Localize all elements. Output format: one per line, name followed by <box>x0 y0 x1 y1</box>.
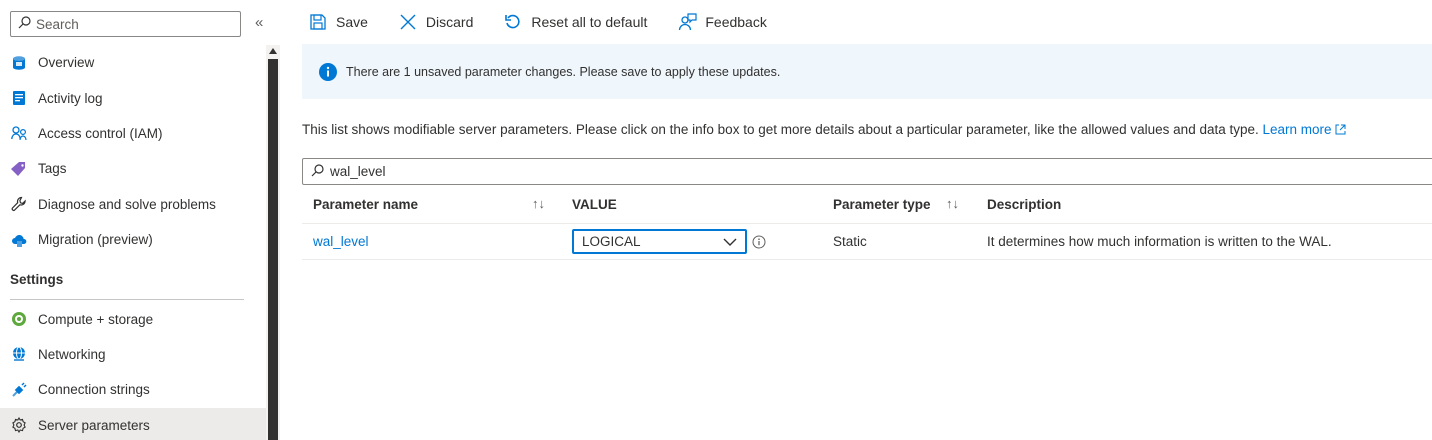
value-dropdown-selected: LOGICAL <box>582 234 641 249</box>
sidebar-item-access-control[interactable]: Access control (IAM) <box>0 116 266 151</box>
globe-network-icon <box>10 345 28 363</box>
feedback-label: Feedback <box>705 14 767 30</box>
sidebar-item-diagnose[interactable]: Diagnose and solve problems <box>0 187 266 222</box>
close-icon <box>398 12 418 32</box>
sidebar-item-label: Server parameters <box>38 417 150 433</box>
banner-message: There are 1 unsaved parameter changes. P… <box>346 64 781 79</box>
learn-more-link[interactable]: Learn more <box>1263 122 1346 137</box>
sidebar-item-label: Access control (IAM) <box>38 125 163 141</box>
reset-all-button[interactable]: Reset all to default <box>497 12 653 32</box>
sidebar: Search « Overview Activity log Access co… <box>0 0 266 440</box>
search-icon <box>18 16 31 32</box>
save-button[interactable]: Save <box>302 12 374 32</box>
sidebar-item-label: Connection strings <box>38 382 150 398</box>
sidebar-item-compute-storage[interactable]: Compute + storage <box>0 301 266 336</box>
column-header-parameter-name[interactable]: Parameter name <box>313 186 418 223</box>
description-text: This list shows modifiable server parame… <box>302 122 1259 137</box>
save-icon <box>308 12 328 32</box>
wrench-icon <box>10 195 28 213</box>
plug-icon <box>10 381 28 399</box>
parameter-name-link[interactable]: wal_level <box>313 224 369 259</box>
search-icon <box>311 163 324 180</box>
sidebar-nav: Overview Activity log Access control (IA… <box>0 45 266 440</box>
people-icon <box>10 124 28 142</box>
database-icon <box>10 54 28 72</box>
value-dropdown[interactable]: LOGICAL <box>572 229 747 254</box>
sort-ascending-icon[interactable]: ↑↓ <box>946 196 959 211</box>
sidebar-item-server-parameters[interactable]: Server parameters <box>0 407 266 440</box>
collapse-sidebar-button[interactable]: « <box>255 14 263 31</box>
feedback-icon <box>677 12 697 32</box>
table-row: wal_level LOGICAL Static It determines h… <box>302 224 1432 260</box>
discard-label: Discard <box>425 14 474 30</box>
sidebar-item-migration[interactable]: Migration (preview) <box>0 222 266 257</box>
table-header-row: Parameter name ↑↓ VALUE Parameter type ↑… <box>302 186 1432 224</box>
feedback-button[interactable]: Feedback <box>671 12 772 32</box>
sidebar-search-input[interactable]: Search <box>10 11 241 37</box>
description-cell: It determines how much information is wr… <box>987 234 1332 249</box>
scrollbar-thumb[interactable] <box>268 59 278 440</box>
value-cell: LOGICAL <box>572 224 766 259</box>
sidebar-item-label: Overview <box>38 55 95 71</box>
column-header-parameter-type[interactable]: Parameter type <box>833 186 931 223</box>
sidebar-item-label: Migration (preview) <box>38 232 153 248</box>
sidebar-item-overview[interactable]: Overview <box>0 45 266 80</box>
section-divider <box>10 299 244 300</box>
sidebar-item-label: Tags <box>38 161 67 177</box>
activity-log-icon <box>10 89 28 107</box>
parameter-type-cell: Static <box>833 234 867 249</box>
sidebar-item-label: Compute + storage <box>38 311 154 327</box>
chevron-down-icon <box>723 234 737 249</box>
page-description: This list shows modifiable server parame… <box>302 122 1346 137</box>
undo-icon <box>503 12 523 32</box>
parameters-table: Parameter name ↑↓ VALUE Parameter type ↑… <box>302 186 1432 260</box>
sidebar-item-label: Networking <box>38 346 106 362</box>
cloud-migration-icon <box>10 231 28 249</box>
sidebar-item-networking[interactable]: Networking <box>0 337 266 372</box>
column-header-description: Description <box>987 197 1062 212</box>
sidebar-item-activity-log[interactable]: Activity log <box>0 80 266 115</box>
sidebar-item-connection-strings[interactable]: Connection strings <box>0 372 266 407</box>
reset-label: Reset all to default <box>531 14 648 30</box>
info-icon <box>319 62 337 81</box>
parameter-filter-input[interactable]: wal_level <box>302 158 1432 185</box>
external-link-icon <box>1335 124 1346 135</box>
compute-icon <box>10 310 28 328</box>
settings-section-heading: Settings <box>10 271 64 287</box>
unsaved-changes-banner: There are 1 unsaved parameter changes. P… <box>302 44 1432 99</box>
sidebar-item-label: Diagnose and solve problems <box>38 196 216 212</box>
tag-icon <box>10 160 28 178</box>
column-header-value: VALUE <box>572 197 617 212</box>
scroll-up-arrow-icon[interactable] <box>269 48 277 54</box>
sidebar-item-label: Activity log <box>38 90 103 106</box>
search-placeholder: Search <box>36 16 79 32</box>
info-circle-icon[interactable] <box>752 235 766 249</box>
command-bar: Save Discard Reset all to default Feedba… <box>302 0 791 44</box>
sidebar-scrollbar[interactable] <box>266 45 280 440</box>
discard-button[interactable]: Discard <box>392 12 479 32</box>
filter-value: wal_level <box>330 164 386 179</box>
save-label: Save <box>336 14 368 30</box>
gear-icon <box>10 416 28 434</box>
sort-arrows-icon[interactable]: ↑↓ <box>532 196 545 211</box>
sidebar-item-tags[interactable]: Tags <box>0 151 266 186</box>
